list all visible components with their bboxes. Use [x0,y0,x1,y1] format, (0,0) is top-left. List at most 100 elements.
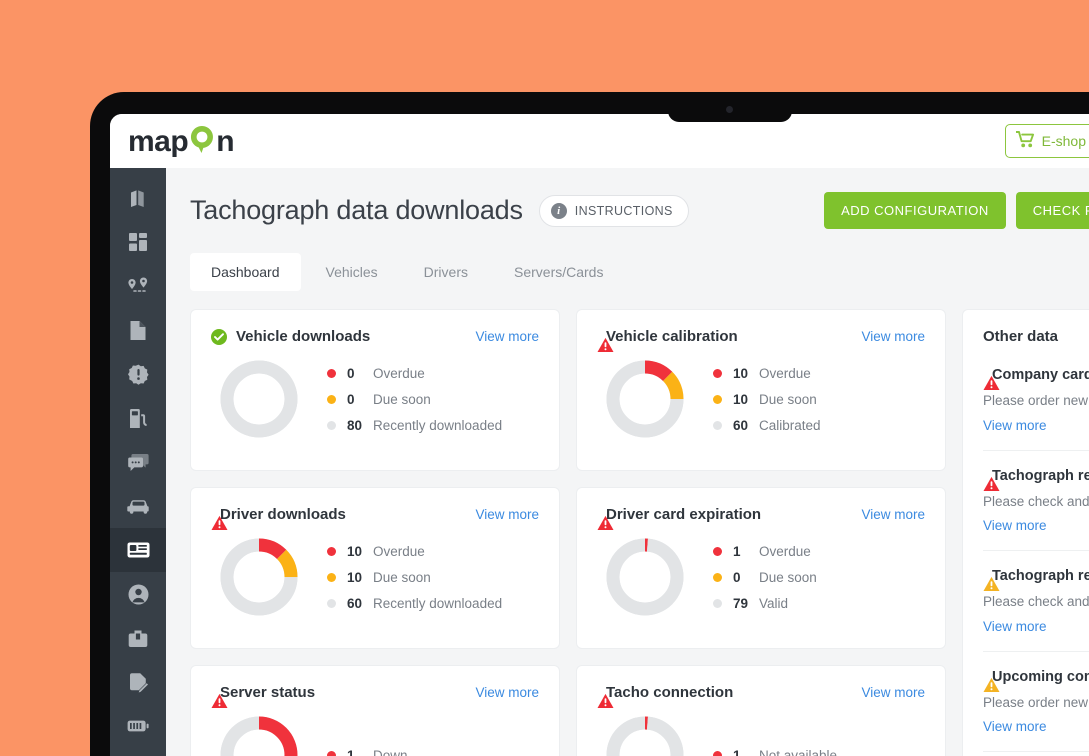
sidebar-item-messages[interactable] [110,440,166,484]
card-header: Driver card expiration View more [597,506,925,530]
legend-value: 10 [733,391,749,407]
legend-bullet-icon [327,368,336,378]
sidebar-item-maintenance[interactable] [110,616,166,660]
sidebar-item-drivers[interactable] [110,572,166,616]
add-configuration-button[interactable]: ADD CONFIGURATION [824,192,1006,229]
car-icon [126,499,150,514]
legend-bullet-icon [713,420,722,430]
other-data-item-description: Please order new company card [983,694,1089,710]
sidebar-item-alerts[interactable] [110,352,166,396]
donut-chart [603,713,687,756]
tab-servers-cards[interactable]: Servers/Cards [493,253,624,291]
donut-chart [603,357,687,441]
dashboard-grid: Vehicle downloads View more 0 Overdue 0 … [190,309,1089,756]
app-topbar: map n E-shop [110,114,1089,168]
toolbox-icon [128,629,148,648]
legend-value: 0 [347,365,355,381]
status-card-row: Vehicle downloads View more 0 Overdue 0 … [190,309,946,471]
legend-row: 10 Overdue [713,366,821,381]
legend-label: Calibrated [759,417,821,433]
sidebar-item-documents[interactable] [110,308,166,352]
card-legend: 1 Overdue 0 Due soon 79 Valid [713,544,817,611]
status-cards-column: Vehicle downloads View more 0 Overdue 0 … [190,309,946,756]
page-header: Tachograph data downloads i INSTRUCTIONS… [190,192,1089,229]
other-data-item-title: Tachograph recalibration [992,568,1089,585]
card-header: Server status View more [211,684,539,708]
legend-label: Due soon [759,391,817,407]
page-title: Tachograph data downloads [190,195,523,225]
card-legend: 1 Down [327,748,408,756]
eshop-button[interactable]: E-shop [1004,124,1089,158]
view-more-link[interactable]: View more [861,685,925,700]
legend-bullet-icon [713,598,722,608]
view-more-link[interactable]: View more [861,329,925,344]
status-card-tacho-connection: Tacho connection View more 1 Not availab… [576,665,946,756]
sidebar-item-dashboard[interactable] [110,220,166,264]
card-legend: 0 Overdue 0 Due soon 80 Recently downloa… [327,366,502,433]
tab-vehicles[interactable]: Vehicles [305,253,399,291]
view-more-link[interactable]: View more [475,329,539,344]
instructions-button[interactable]: i INSTRUCTIONS [538,194,689,227]
legend-row: 80 Recently downloaded [327,418,502,433]
legend-row: 1 Down [327,748,408,756]
legend-label: Overdue [759,365,811,381]
other-data-item-header: Upcoming company card expiry [983,669,1089,692]
other-data-item-description: Please check and load company card [983,493,1089,509]
sidebar-item-battery[interactable] [110,704,166,748]
eshop-label: E-shop [1041,133,1086,149]
other-data-item-description: Please order new company card [983,393,1089,408]
legend-label: Valid [759,595,789,611]
legend-label: Recently downloaded [373,595,503,611]
status-card-server-status: Server status View more 1 Down [190,665,560,756]
tab-dashboard[interactable]: Dashboard [190,253,301,291]
legend-row: 10 Overdue [327,544,502,559]
sidebar-item-map[interactable] [110,176,166,220]
sidebar-item-fuel[interactable] [110,396,166,440]
other-data-item-title: Tachograph recalibration [992,467,1089,484]
view-more-link[interactable]: View more [475,685,539,700]
check-reports-button[interactable]: CHECK REPORTS [1015,192,1089,229]
other-data-item-header: Tachograph recalibration [983,568,1089,592]
document-icon [129,320,147,341]
legend-bullet-icon [713,394,722,404]
other-data-item-title: Company card [992,367,1089,383]
tab-drivers[interactable]: Drivers [403,253,489,291]
legend-row: 10 Due soon [713,392,821,407]
legend-bullet-icon [327,546,336,556]
card-body: 1 Down [211,713,539,756]
legend-row: 60 Calibrated [713,418,821,433]
legend-label: Due soon [373,391,431,407]
sidebar-item-vehicles[interactable] [110,484,166,528]
legend-value: 0 [733,569,741,585]
instructions-label: INSTRUCTIONS [574,203,673,218]
left-sidebar [110,168,166,756]
card-title: Vehicle downloads [236,328,371,345]
legend-bullet-icon [327,572,336,582]
sidebar-item-tachograph[interactable] [110,528,166,572]
view-more-link[interactable]: View more [983,719,1047,734]
other-data-list: Company card Please order new company ca… [983,345,1089,753]
legend-row: 1 Not available [713,748,837,756]
legend-row: 0 Overdue [327,366,502,381]
status-card-vehicle-downloads: Vehicle downloads View more 0 Overdue 0 … [190,309,560,471]
sidebar-item-routes[interactable] [110,264,166,308]
card-header: Vehicle calibration View more [597,328,925,352]
legend-label: Overdue [373,543,425,559]
card-body: 1 Not available [597,713,925,756]
alert-badge-icon [127,364,149,385]
legend-row: 0 Due soon [713,570,817,585]
logo-text-right: n [216,125,235,158]
check-circle-icon [211,328,227,345]
view-more-link[interactable]: View more [983,418,1047,433]
fuel-pump-icon [128,408,148,429]
card-body: 10 Overdue 10 Due soon 60 Calibrated [597,357,925,441]
view-more-link[interactable]: View more [861,507,925,522]
mapon-logo[interactable]: map n [128,125,235,158]
main-content: Tachograph data downloads i INSTRUCTIONS… [166,168,1089,756]
view-more-link[interactable]: View more [983,518,1047,533]
legend-bullet-icon [713,546,722,556]
sidebar-item-tasks[interactable] [110,660,166,704]
view-more-link[interactable]: View more [983,619,1047,634]
view-more-link[interactable]: View more [475,507,539,522]
card-title: Server status [220,684,316,701]
